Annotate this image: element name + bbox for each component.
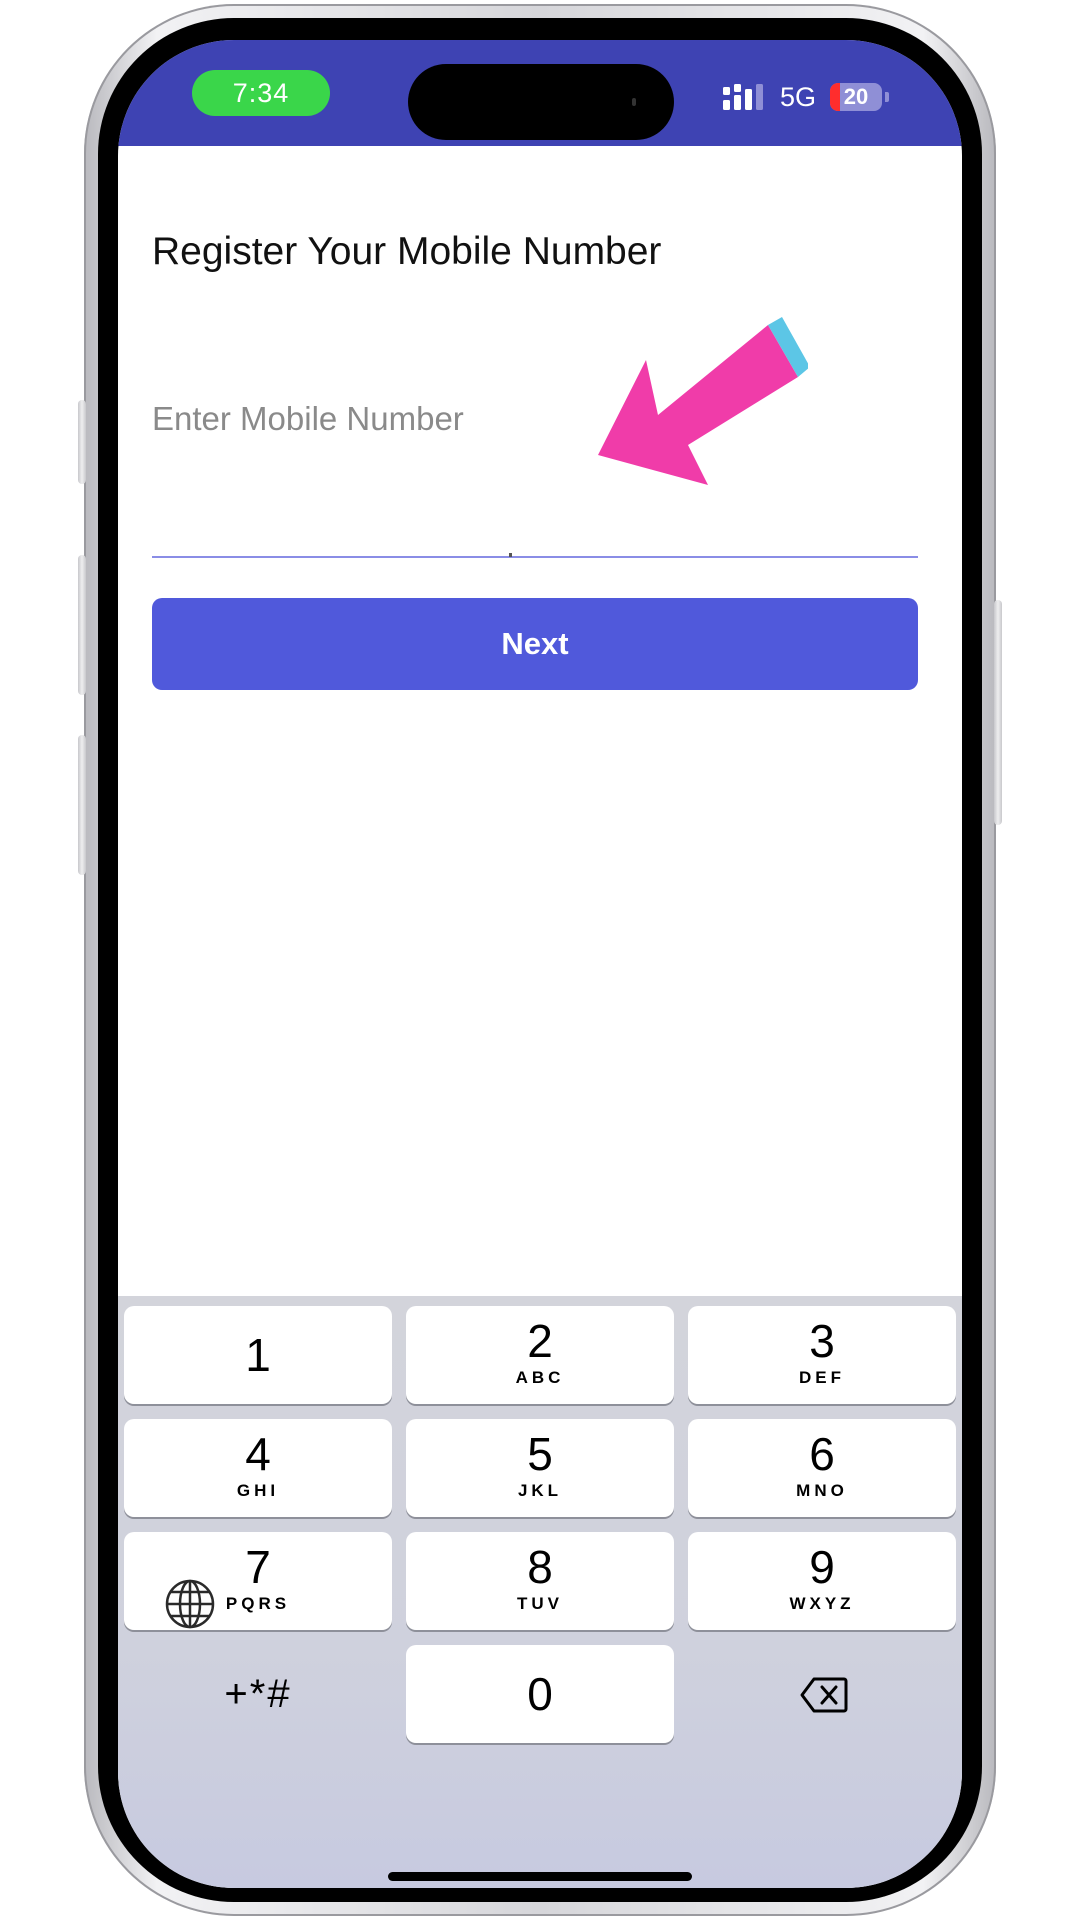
key-digit: 6 [809,1428,835,1480]
key-letters: TUV [517,1594,563,1613]
battery-icon: 20 [830,83,882,111]
key-letters: GHI [236,1481,280,1500]
next-button[interactable]: Next [152,598,918,690]
key-digit: 4 [245,1428,271,1480]
key-digit: 2 [527,1315,553,1367]
power-button [994,600,1002,825]
action-button [78,400,86,484]
volume-up-button [78,555,86,695]
delete-key[interactable] [688,1645,956,1743]
pink-arrow-annotation-icon [598,317,808,485]
key-letters: DEF [799,1368,845,1387]
cellular-signal-icon [723,84,763,110]
battery-level: 20 [843,84,869,109]
key-digit: 9 [809,1541,835,1593]
key-letters: JKL [517,1481,563,1500]
phone-screen: 7:34 5G 20 Register Your Mobile Number E… [118,40,962,1888]
symbols-key[interactable]: +*# [124,1645,392,1743]
key-4[interactable]: 4 GHI [124,1419,392,1517]
status-bar: 7:34 5G 20 [118,40,962,146]
key-5[interactable]: 5 JKL [406,1419,674,1517]
page-title: Register Your Mobile Number [152,230,662,273]
key-2[interactable]: 2 ABC [406,1306,674,1404]
home-indicator[interactable] [388,1872,692,1881]
page: 7:34 5G 20 Register Your Mobile Number E… [0,0,1080,1920]
key-digit: 3 [809,1315,835,1367]
dynamic-island [408,64,674,140]
globe-icon[interactable] [164,1578,216,1630]
status-time[interactable]: 7:34 [192,70,330,116]
numeric-keypad: 1 2 ABC 3 DEF 4 GHI 5 JKL 6 MNO 7 PQRS 8… [118,1296,962,1888]
key-9[interactable]: 9 WXYZ [688,1532,956,1630]
battery-cap [885,92,889,102]
key-letters: ABC [515,1368,565,1387]
key-8[interactable]: 8 TUV [406,1532,674,1630]
volume-down-button [78,735,86,875]
key-digit: 5 [527,1428,553,1480]
delete-backspace-icon [800,1677,848,1713]
key-1[interactable]: 1 [124,1306,392,1404]
key-letters: WXYZ [789,1594,855,1613]
key-0[interactable]: 0 [406,1645,674,1743]
key-letters: MNO [796,1481,848,1500]
key-6[interactable]: 6 MNO [688,1419,956,1517]
key-digit: 1 [245,1329,271,1381]
key-digit: 8 [527,1541,553,1593]
network-type: 5G [780,82,817,112]
symbols-label: +*# [224,1672,292,1716]
camera-dot [632,98,636,106]
input-cursor [509,553,512,557]
key-digit: 0 [527,1668,553,1720]
key-3[interactable]: 3 DEF [688,1306,956,1404]
